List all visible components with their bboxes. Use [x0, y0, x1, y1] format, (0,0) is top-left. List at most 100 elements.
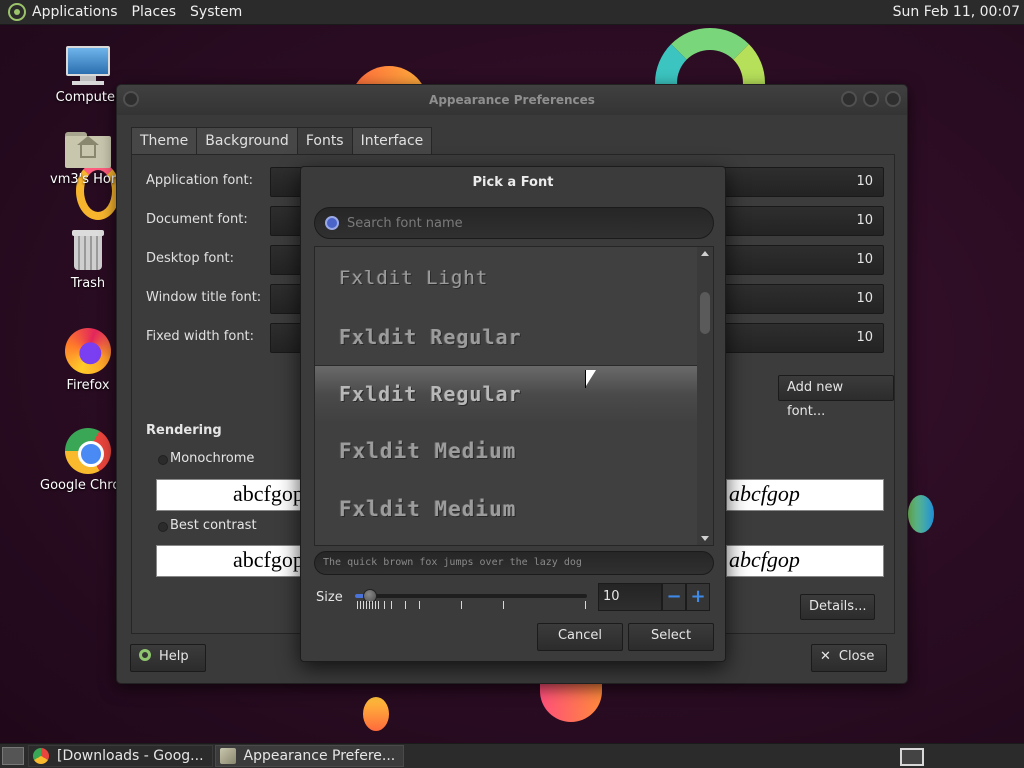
- chrome-icon: [33, 748, 49, 764]
- search-icon: [325, 216, 339, 230]
- scroll-up-arrow-icon[interactable]: [701, 251, 709, 256]
- slider-tick: [419, 601, 420, 609]
- font-size-value: 10: [856, 330, 873, 345]
- font-size-value: 10: [856, 252, 873, 267]
- font-size-spinbox[interactable]: 10 − +: [598, 583, 713, 611]
- details-button[interactable]: Details...: [800, 594, 876, 620]
- show-desktop-icon[interactable]: [2, 747, 24, 765]
- desktop-icon-label: vm3's Home: [50, 172, 126, 187]
- slider-tick: [405, 601, 406, 609]
- font-size-slider[interactable]: [355, 589, 587, 613]
- font-row-label: Fixed width font:: [146, 329, 255, 344]
- bottom-taskbar: [Downloads - Goog... Appearance Prefere.…: [0, 743, 1024, 768]
- size-label: Size: [316, 590, 343, 605]
- appearance-icon: [219, 748, 236, 764]
- slider-tick: [366, 601, 367, 609]
- firefox-icon: [65, 328, 111, 374]
- select-button[interactable]: Select: [628, 623, 714, 651]
- distro-logo-icon[interactable]: [8, 3, 26, 21]
- menu-applications[interactable]: Applications: [32, 4, 118, 20]
- tab-interface[interactable]: Interface: [351, 127, 433, 155]
- decrease-size-button[interactable]: −: [662, 583, 686, 611]
- best-contrast-radio[interactable]: [158, 522, 168, 532]
- search-placeholder: Search font name: [347, 216, 463, 231]
- font-row-label: Document font:: [146, 212, 248, 227]
- increase-size-button[interactable]: +: [686, 583, 710, 611]
- slider-track: [355, 594, 587, 598]
- sample-text: abcfgop: [233, 481, 303, 506]
- help-button-label: Help: [159, 649, 189, 664]
- font-size-value: 10: [856, 291, 873, 306]
- best-contrast-sample-preview-alt[interactable]: abcfgop: [726, 545, 884, 577]
- window-close-button[interactable]: [885, 91, 901, 107]
- menu-places[interactable]: Places: [132, 4, 177, 20]
- tab-theme[interactable]: Theme: [131, 127, 198, 155]
- slider-tick: [372, 601, 373, 609]
- pick-font-dialog: Pick a Font Search font name Fxldit Ligh…: [300, 166, 726, 662]
- scroll-down-arrow-icon[interactable]: [701, 536, 709, 541]
- slider-tick: [357, 601, 358, 609]
- font-list-item[interactable]: Fxldit Medium: [315, 481, 699, 539]
- scrollbar-thumb[interactable]: [700, 292, 710, 334]
- taskbar-item-label: [Downloads - Goog...: [57, 748, 204, 764]
- font-preview-name: Fxldit Medium: [339, 497, 517, 521]
- sample-text: abcfgop: [729, 547, 800, 572]
- trash-icon: [70, 230, 106, 272]
- tab-bar: Theme Background Fonts Interface: [131, 127, 433, 155]
- taskbar-item-appearance[interactable]: Appearance Prefere...: [214, 745, 405, 767]
- slider-tick: [461, 601, 462, 609]
- close-icon: ✕: [820, 649, 831, 664]
- workspace-switcher-icon[interactable]: [900, 748, 924, 766]
- slider-tick: [378, 601, 379, 609]
- slider-tick: [384, 601, 385, 609]
- close-button[interactable]: ✕ Close: [811, 644, 888, 672]
- slider-tick: [360, 601, 361, 609]
- computer-icon: [64, 46, 112, 86]
- monochrome-sample-preview[interactable]: abcfgop: [156, 479, 303, 511]
- font-list-item[interactable]: Fxldit Medium: [315, 423, 699, 481]
- best-contrast-label[interactable]: Best contrast: [170, 518, 257, 533]
- wallpaper-shape: [363, 697, 389, 731]
- font-list-item[interactable]: Fxldit Regular: [315, 307, 699, 365]
- cancel-button[interactable]: Cancel: [537, 623, 623, 651]
- best-contrast-sample-preview[interactable]: abcfgop: [156, 545, 303, 577]
- help-icon: [139, 649, 151, 661]
- dialog-title: Pick a Font: [472, 175, 554, 190]
- font-list-item-selected[interactable]: Fxldit Regular: [315, 365, 699, 423]
- slider-tick: [585, 601, 586, 609]
- wallpaper-shape: [908, 495, 934, 533]
- minimize-button[interactable]: [841, 91, 857, 107]
- wallpaper-shape: [540, 682, 602, 722]
- help-button[interactable]: Help: [130, 644, 206, 672]
- top-panel: Applications Places System Sun Feb 11, 0…: [0, 0, 1024, 25]
- panel-clock[interactable]: Sun Feb 11, 00:07: [893, 4, 1020, 20]
- font-preview-name: Fxldit Medium: [339, 439, 517, 463]
- sample-text: abcfgop: [233, 547, 303, 572]
- font-search-input[interactable]: Search font name: [314, 207, 714, 239]
- tab-background[interactable]: Background: [196, 127, 298, 155]
- monochrome-sample-preview-alt[interactable]: abcfgop: [726, 479, 884, 511]
- tab-fonts[interactable]: Fonts: [296, 127, 353, 155]
- slider-tick: [363, 601, 364, 609]
- font-list-item[interactable]: Fxldit Light: [315, 249, 699, 307]
- font-preview-name: Fxldit Regular: [339, 325, 522, 349]
- mouse-pointer-icon: [585, 370, 596, 388]
- monochrome-label[interactable]: Monochrome: [170, 451, 254, 466]
- close-button-label: Close: [838, 649, 875, 664]
- slider-tick: [369, 601, 370, 609]
- add-new-font-button[interactable]: Add new font...: [778, 375, 894, 419]
- font-row-label: Desktop font:: [146, 251, 234, 266]
- rendering-heading: Rendering: [146, 423, 222, 438]
- menu-system[interactable]: System: [190, 4, 242, 20]
- slider-tick: [375, 601, 376, 609]
- desktop-icon-label: Google Chrome: [40, 478, 120, 493]
- font-size-value: 10: [856, 213, 873, 228]
- maximize-button[interactable]: [863, 91, 879, 107]
- monochrome-radio[interactable]: [158, 455, 168, 465]
- slider-tick: [503, 601, 504, 609]
- window-titlebar[interactable]: Appearance Preferences: [117, 85, 907, 115]
- font-size-input[interactable]: 10: [598, 583, 662, 611]
- taskbar-item-chrome[interactable]: [Downloads - Goog...: [28, 745, 213, 767]
- taskbar-item-label: Appearance Prefere...: [243, 748, 396, 764]
- font-list-scrollbar[interactable]: [697, 247, 713, 545]
